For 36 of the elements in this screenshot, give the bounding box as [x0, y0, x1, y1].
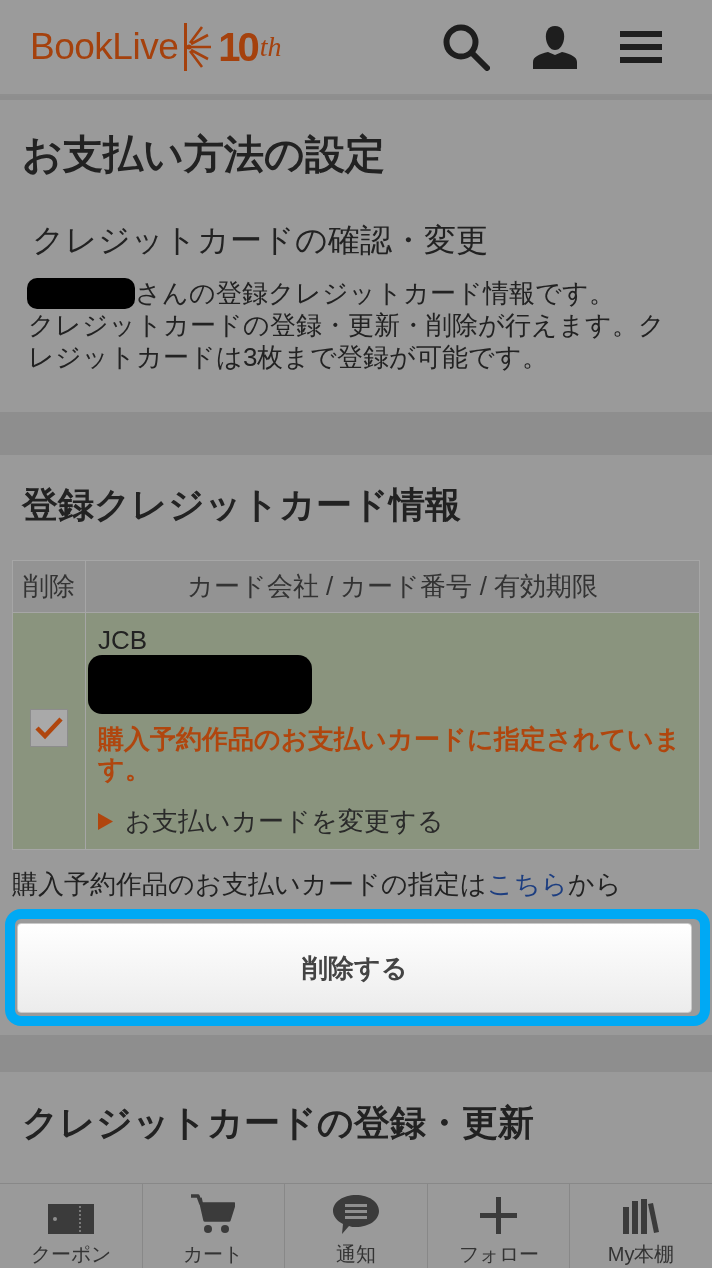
anniversary-number[interactable]: 10 [218, 25, 257, 69]
notification-nav-button[interactable]: 通知 [284, 1184, 427, 1268]
description-text: クレジットカードの登録・更新・削除が行えます。クレジットカードは3枚まで登録が可能です。 [28, 309, 666, 373]
change-card-link[interactable]: お支払いカードを変更する [98, 806, 444, 836]
account-button[interactable] [533, 25, 577, 69]
page-title: お支払い方法の設定 [22, 131, 386, 178]
speech-bubble-icon [333, 1195, 379, 1234]
bookshelf-nav-button[interactable]: My本棚 [569, 1184, 712, 1268]
description-text: さんの登録クレジットカード情報です。 [135, 277, 615, 309]
section-subtitle: クレジットカードの確認・変更 [32, 221, 489, 260]
card-issuer: JCB [98, 625, 148, 655]
column-header: カード会社 / カード番号 / 有効期限 [86, 561, 699, 612]
search-button[interactable] [443, 23, 490, 71]
logo-wordmark[interactable]: BookLive [30, 25, 179, 69]
search-icon [443, 23, 490, 71]
here-link[interactable]: こちら [487, 869, 568, 899]
checkmark-icon [35, 716, 63, 740]
user-icon [533, 25, 577, 69]
section-title: 登録クレジットカード情報 [22, 483, 462, 527]
menu-button[interactable] [620, 31, 662, 63]
plus-icon [480, 1197, 518, 1234]
cart-icon [191, 1194, 236, 1234]
column-header: 削除 [13, 561, 86, 612]
follow-nav-button[interactable]: フォロー [426, 1184, 570, 1268]
triangle-icon [98, 812, 113, 830]
menu-icon [620, 31, 662, 63]
payment-card-notice: 購入予約作品のお支払いカードに指定されています。 [98, 724, 682, 784]
anniversary-suffix[interactable]: th [259, 25, 282, 69]
cart-nav-button[interactable]: カート [141, 1184, 285, 1268]
coupon-nav-button[interactable]: クーポン [0, 1184, 142, 1268]
note-text: 購入予約作品のお支払いカードの指定は こちら から [12, 868, 623, 900]
ticket-icon [47, 1204, 94, 1234]
delete-checkbox[interactable] [30, 709, 68, 747]
delete-button[interactable]: 削除する [17, 923, 692, 1013]
books-icon [623, 1199, 660, 1234]
section-title: クレジットカードの登録・更新 [22, 1101, 535, 1145]
